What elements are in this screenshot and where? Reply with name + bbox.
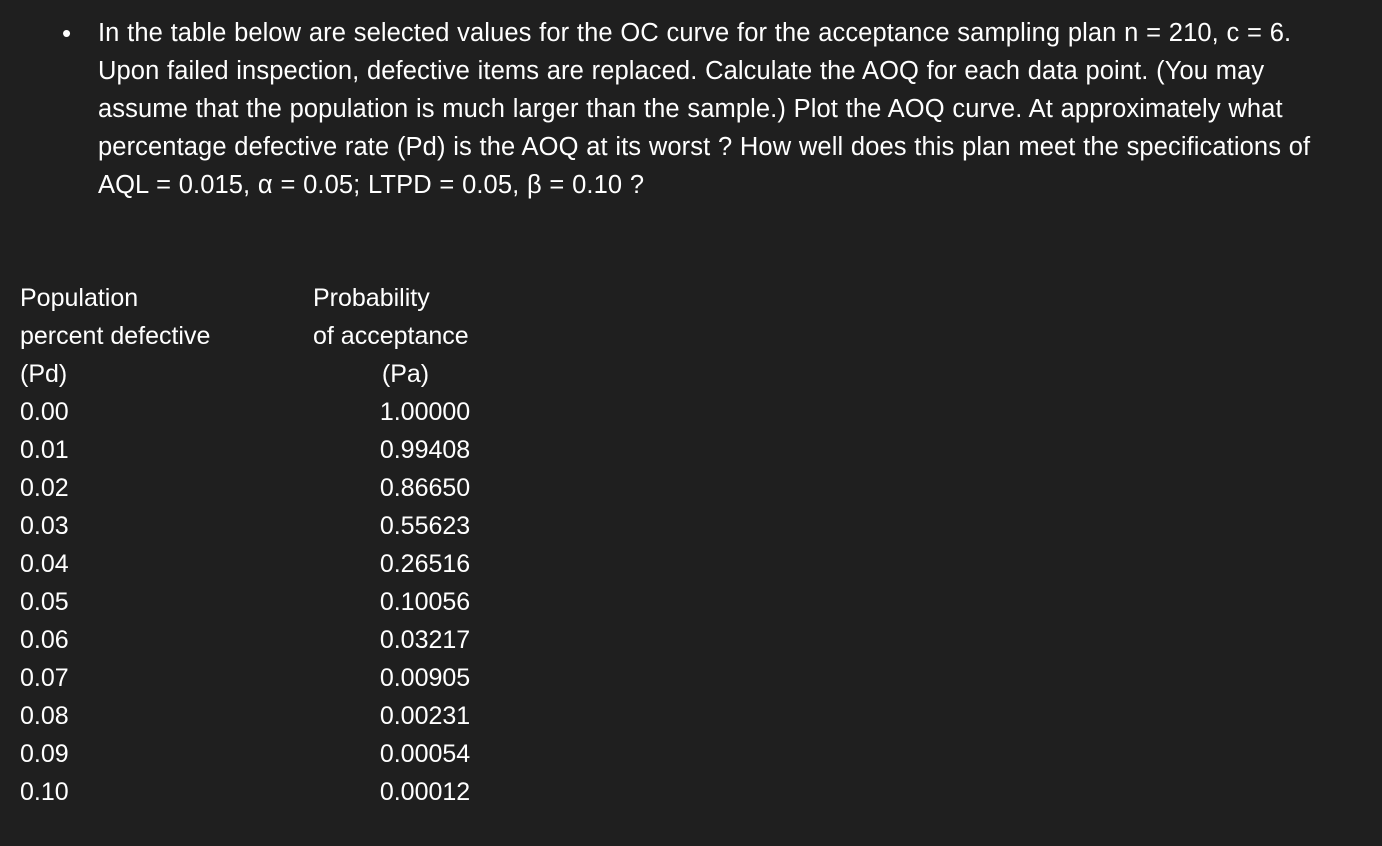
question-block: • In the table below are selected values… (58, 14, 1358, 204)
cell-pa: 0.10056 (379, 588, 471, 616)
table-header-pd-line3: (Pd) (20, 360, 68, 388)
table-row: 0.10 0.00012 (20, 773, 540, 811)
question-text: In the table below are selected values f… (98, 19, 1317, 199)
table-header-pa-line2: of acceptance (313, 322, 469, 350)
cell-pd: 0.07 (20, 664, 69, 692)
table-row: 0.09 0.00054 (20, 735, 540, 773)
cell-pa: 0.00054 (379, 740, 471, 768)
cell-pd: 0.06 (20, 626, 69, 654)
cell-pd: 0.10 (20, 778, 69, 806)
table-header-pd-line1: Population (20, 284, 139, 312)
table-row: 0.01 0.99408 (20, 431, 540, 469)
table-row: 0.07 0.00905 (20, 659, 540, 697)
cell-pd: 0.02 (20, 474, 69, 502)
cell-pd: 0.05 (20, 588, 69, 616)
table-body: 0.00 1.00000 0.01 0.99408 0.02 0.86650 0.03 0.5… (20, 393, 540, 811)
cell-pa: 0.26516 (379, 550, 471, 578)
cell-pd: 0.03 (20, 512, 69, 540)
cell-pa: 0.55623 (379, 512, 471, 540)
table-row: 0.02 0.86650 (20, 469, 540, 507)
table-header-pd-line2: percent defective (20, 322, 211, 350)
cell-pa: 1.00000 (379, 398, 471, 426)
table-row: 0.05 0.10056 (20, 583, 540, 621)
bullet-list-item: • In the table below are selected values… (58, 14, 1358, 204)
cell-pa: 0.03217 (379, 626, 471, 654)
table-header: Population percent defective (Pd) Probab… (20, 279, 540, 393)
oc-curve-table: Population percent defective (Pd) Probab… (20, 279, 540, 811)
cell-pd: 0.01 (20, 436, 69, 464)
table-row: 0.00 1.00000 (20, 393, 540, 431)
cell-pa: 0.99408 (379, 436, 471, 464)
slide-canvas: • In the table below are selected values… (0, 0, 1382, 846)
bullet-point-icon: • (62, 18, 72, 48)
cell-pd: 0.04 (20, 550, 69, 578)
cell-pd: 0.09 (20, 740, 69, 768)
cell-pa: 0.00012 (379, 778, 471, 806)
cell-pd: 0.00 (20, 398, 69, 426)
table-header-pa: Probability of acceptance (Pa) (313, 279, 513, 393)
table-header-pa-line3: (Pa) (381, 360, 430, 388)
table-header-pa-line1: Probability (313, 284, 430, 312)
cell-pa: 0.00905 (379, 664, 471, 692)
table-row: 0.06 0.03217 (20, 621, 540, 659)
cell-pa: 0.86650 (379, 474, 471, 502)
table-row: 0.04 0.26516 (20, 545, 540, 583)
table-row: 0.08 0.00231 (20, 697, 540, 735)
cell-pd: 0.08 (20, 702, 69, 730)
table-header-pd: Population percent defective (Pd) (20, 279, 310, 393)
table-row: 0.03 0.55623 (20, 507, 540, 545)
cell-pa: 0.00231 (379, 702, 471, 730)
